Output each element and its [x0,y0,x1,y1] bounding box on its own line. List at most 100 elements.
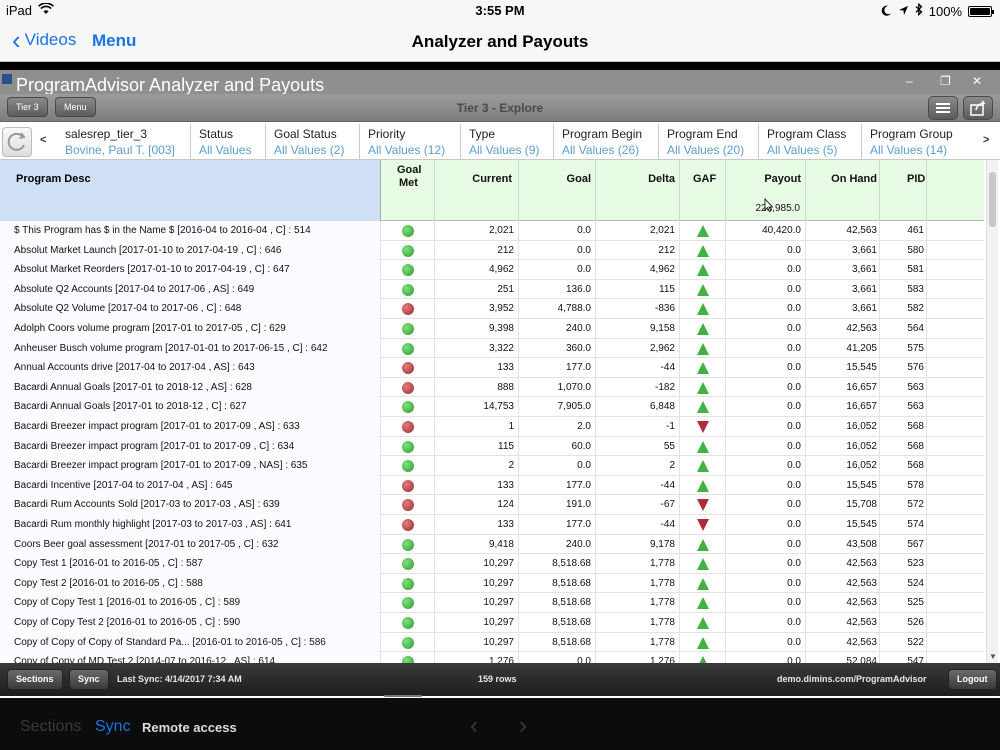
bluetooth-icon [915,2,923,19]
cell-pid: 461 [880,221,927,241]
table-row[interactable]: Copy of Copy of Copy of Standard Pa... [… [0,632,984,653]
table-row[interactable]: $ This Program has $ in the Name $ [2016… [0,221,984,241]
table-row[interactable]: Coors Beer goal assessment [2017-01 to 2… [0,534,984,555]
logout-button[interactable]: Logout [948,669,997,690]
ios-nav-bar: ‹ Videos Menu Analyzer and Payouts [0,22,1000,62]
table-row[interactable]: Bacardi Incentive [2017-04 to 2017-04 , … [0,475,984,496]
filter-label: Program Class [767,127,847,141]
cell-goal-met [381,417,435,437]
col-delta[interactable]: Delta [596,160,680,221]
prev-arrow-icon[interactable]: ‹ [470,712,478,740]
sync-button[interactable]: Sync [69,669,109,690]
red-status-dot-icon [402,499,414,512]
table-row[interactable]: Copy Test 1 [2016-01 to 2016-05 , C] : 5… [0,554,984,574]
filter-5[interactable]: Program Begin All Values (26) [553,124,642,160]
filter-7[interactable]: Program Class All Values (5) [758,124,846,160]
col-goal-met[interactable]: Goal Met [381,160,435,221]
col-goal[interactable]: Goal [519,160,596,221]
cell-pid: 572 [880,495,927,515]
col-program-desc[interactable]: Program Desc [0,160,381,221]
cell-delta: 4,962 [596,260,680,280]
scroll-down-arrow-icon[interactable]: ▼ [989,652,997,661]
filter-2[interactable]: Goal Status All Values (2) [265,124,344,160]
table-row[interactable]: Copy of Copy Test 1 [2016-01 to 2016-05 … [0,593,984,613]
cell-desc: Absolut Market Reorders [2017-01-10 to 2… [0,260,381,280]
green-status-dot-icon [402,323,414,335]
table-row[interactable]: Bacardi Annual Goals [2017-01 to 2018-12… [0,397,984,417]
filter-0[interactable]: salesrep_tier_3 Bovine, Paul T. [003] [57,124,175,160]
triangle-up-icon [697,342,709,355]
bottom-sync[interactable]: Sync [95,718,131,736]
table-row[interactable]: Absolute Q2 Accounts [2017-04 to 2017-06… [0,279,984,300]
col-current[interactable]: Current [435,160,519,221]
table-row[interactable]: Adolph Coors volume program [2017-01 to … [0,319,984,339]
table-row[interactable]: Copy of Copy of MD Test 2 [2014-07 to 20… [0,652,984,663]
refresh-icon[interactable] [2,127,32,157]
minimize-icon[interactable]: – [906,74,913,88]
scroll-left-arrow-icon[interactable]: < [40,134,46,146]
table-row[interactable]: Absolut Market Reorders [2017-01-10 to 2… [0,260,984,280]
table-row[interactable]: Bacardi Breezer impact program [2017-01 … [0,417,984,437]
filter-4[interactable]: Type All Values (9) [460,124,539,160]
drag-handle[interactable] [384,695,422,697]
scroll-right-arrow-icon[interactable]: > [983,134,989,146]
cell-payout: 0.0 [726,554,806,574]
cell-payout: 0.0 [726,475,806,496]
red-status-dot-icon [402,362,414,375]
table-row[interactable]: Absolut Market Launch [2017-01-10 to 201… [0,240,984,261]
filter-1[interactable]: Status All Values [190,124,251,160]
cell-desc: Bacardi Annual Goals [2017-01 to 2018-12… [0,377,381,398]
hamburger-menu-icon[interactable] [928,96,958,120]
restore-icon[interactable]: ❐ [940,74,951,88]
cell-desc: Bacardi Incentive [2017-04 to 2017-04 , … [0,475,381,496]
cell-goal-met [381,554,435,574]
cell-payout: 0.0 [726,456,806,476]
table-row[interactable]: Copy Test 2 [2016-01 to 2016-05 , C] : 5… [0,573,984,594]
cell-payout: 0.0 [726,358,806,378]
table-row[interactable]: Bacardi Annual Goals [2017-01 to 2018-12… [0,377,984,398]
cell-pid: 568 [880,436,927,457]
filter-3[interactable]: Priority All Values (12) [359,124,445,160]
cell-payout: 0.0 [726,515,806,535]
table-row[interactable]: Copy of Copy Test 2 [2016-01 to 2016-05 … [0,613,984,633]
table-row[interactable]: Anheuser Busch volume program [2017-01-0… [0,338,984,359]
vertical-scrollbar[interactable]: ▼ [986,160,998,663]
cell-on-hand: 42,563 [806,221,880,241]
share-icon[interactable] [963,96,993,120]
next-arrow-icon[interactable]: › [519,712,527,740]
payout-total: 223,985.0 [755,203,801,214]
cell-on-hand: 15,708 [806,495,880,515]
triangle-down-icon [697,421,709,433]
remote-access[interactable]: Remote access [142,720,237,735]
cell-goal: 0.0 [519,456,596,476]
col-on-hand[interactable]: On Hand [806,160,880,221]
cell-current: 133 [435,475,519,496]
close-icon[interactable]: ✕ [972,74,982,88]
filter-value: All Values [199,143,252,157]
filter-8[interactable]: Program Group All Values (14) [861,124,953,160]
cell-goal: 177.0 [519,515,596,535]
cell-payout: 0.0 [726,436,806,457]
triangle-up-icon [697,283,709,296]
table-row[interactable]: Bacardi Rum monthly highlight [2017-03 t… [0,515,984,535]
table-row[interactable]: Absolute Q2 Volume [2017-04 to 2017-06 ,… [0,299,984,319]
col-pid[interactable]: PID [880,160,927,221]
table-row[interactable]: Bacardi Rum Accounts Sold [2017-03 to 20… [0,495,984,515]
bottom-sections[interactable]: Sections [20,718,81,736]
cell-goal: 7,905.0 [519,397,596,417]
triangle-up-icon [697,636,709,649]
green-status-dot-icon [402,597,414,610]
triangle-up-icon [697,617,709,629]
filter-6[interactable]: Program End All Values (20) [658,124,744,160]
scrollbar-thumb[interactable] [989,172,996,227]
table-row[interactable]: Bacardi Breezer impact program [2017-01 … [0,436,984,457]
table-row[interactable]: Annual Accounts drive [2017-04 to 2017-0… [0,358,984,378]
table-row[interactable]: Bacardi Breezer impact program [2017-01 … [0,456,984,476]
triangle-up-icon [697,460,709,473]
filter-label: Program Group [870,127,953,141]
col-gaf[interactable]: GAF [680,160,726,221]
sections-button[interactable]: Sections [7,669,63,690]
cell-goal-met [381,652,435,663]
cell-gaf [680,632,726,653]
cell-goal-met [381,632,435,653]
